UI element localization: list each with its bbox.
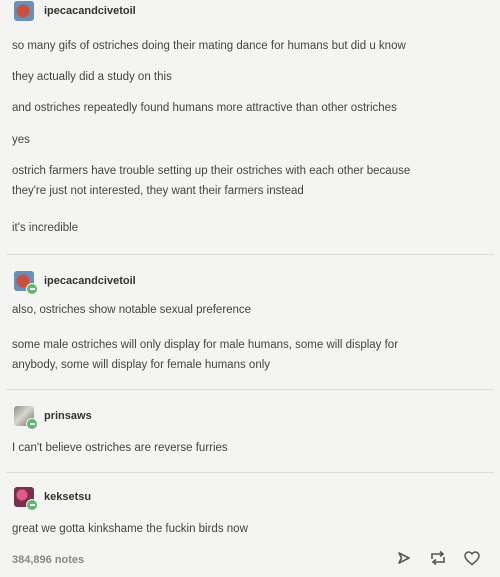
post-3: prinsaws I can't believe ostriches are r… <box>0 395 500 465</box>
post-4: keksetsu great we gotta kinkshame the fu… <box>0 478 500 538</box>
post-text-line: anybody, some will display for female hu… <box>12 359 271 371</box>
reblog-icon[interactable] <box>428 548 448 568</box>
follow-badge-icon[interactable] <box>26 418 38 430</box>
post-text-line: they actually did a study on this <box>12 71 172 83</box>
post-header: ipecacandcivetoil <box>14 270 136 295</box>
divider <box>6 472 494 473</box>
follow-badge-icon[interactable] <box>26 499 38 511</box>
follow-badge-icon[interactable] <box>26 283 38 295</box>
divider <box>6 389 494 390</box>
post-text-line: I can't believe ostriches are reverse fu… <box>12 442 228 454</box>
avatar[interactable] <box>14 406 38 430</box>
avatar[interactable] <box>14 487 38 511</box>
post-text-line: they're just not interested, they want t… <box>12 185 304 197</box>
post-text-line: some male ostriches will only display fo… <box>12 339 399 351</box>
divider <box>6 254 494 255</box>
post-header: ipecacandcivetoil <box>14 0 136 22</box>
post-text-line: so many gifs of ostriches doing their ma… <box>12 40 406 52</box>
post-text-line: and ostriches repeatedly found humans mo… <box>12 102 397 114</box>
post-header: keksetsu <box>14 486 91 511</box>
username[interactable]: ipecacandcivetoil <box>44 275 136 287</box>
avatar[interactable] <box>14 271 38 295</box>
post-text-line: great we gotta kinkshame the fuckin bird… <box>12 523 248 535</box>
post-text-line: yes <box>12 134 30 146</box>
username[interactable]: ipecacandcivetoil <box>44 5 136 17</box>
username[interactable]: prinsaws <box>44 410 92 422</box>
avatar[interactable] <box>14 1 34 21</box>
notes-count[interactable]: 384,896 notes <box>12 554 84 566</box>
post-header: prinsaws <box>14 405 92 430</box>
post-2: ipecacandcivetoil also, ostriches show n… <box>0 262 500 382</box>
post-1: ipecacandcivetoil so many gifs of ostric… <box>0 0 500 250</box>
post-text-line: also, ostriches show notable sexual pref… <box>12 304 252 316</box>
post-text-line: it's incredible <box>12 222 79 234</box>
post-text-line: ostrich farmers have trouble setting up … <box>12 165 411 177</box>
username[interactable]: keksetsu <box>44 491 91 503</box>
share-icon[interactable] <box>394 548 414 568</box>
like-icon[interactable] <box>462 548 482 568</box>
